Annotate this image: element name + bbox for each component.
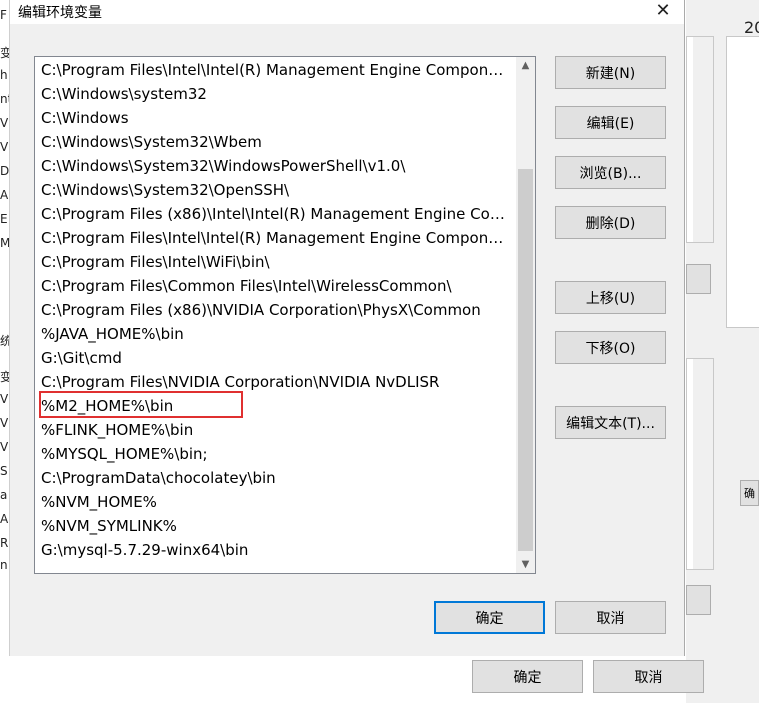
background-text-fragment: V xyxy=(0,440,9,454)
path-list-item[interactable]: C:\Program Files\Intel\Intel(R) Manageme… xyxy=(41,227,511,249)
path-list-item[interactable]: C:\Windows\System32\OpenSSH\ xyxy=(41,179,511,201)
background-list-panel xyxy=(686,36,714,243)
scroll-thumb[interactable] xyxy=(518,169,533,551)
scroll-up-icon[interactable]: ▲ xyxy=(516,57,535,74)
path-list-item[interactable]: C:\Program Files (x86)\Intel\Intel(R) Ma… xyxy=(41,203,511,225)
list-scrollbar[interactable]: ▲ ▼ xyxy=(516,57,535,573)
background-button-2[interactable] xyxy=(686,585,711,615)
background-scrollbar-2[interactable] xyxy=(693,359,713,569)
path-list-item[interactable]: %FLINK_HOME%\bin xyxy=(41,419,511,441)
browse-button[interactable]: 浏览(B)... xyxy=(555,156,666,189)
path-list-item[interactable]: G:\mysql-5.7.29-winx64\bin xyxy=(41,539,511,561)
path-list[interactable]: C:\Program Files\Intel\Intel(R) Manageme… xyxy=(34,56,536,574)
background-scrollbar[interactable] xyxy=(693,37,713,242)
move-down-button[interactable]: 下移(O) xyxy=(555,331,666,364)
path-list-item[interactable]: %NVM_HOME% xyxy=(41,491,511,513)
path-list-item[interactable]: C:\Program Files\Intel\WiFi\bin\ xyxy=(41,251,511,273)
background-text-fragment: R xyxy=(0,536,9,550)
background-cancel-button[interactable]: 取消 xyxy=(593,660,704,693)
path-list-item[interactable]: C:\Windows\System32\WindowsPowerShell\v1… xyxy=(41,155,511,177)
background-text-fragment: A xyxy=(0,512,9,526)
background-text-fragment: E xyxy=(0,212,8,226)
title-bar[interactable]: 编辑环境变量 ✕ xyxy=(10,0,684,24)
path-list-item[interactable]: %JAVA_HOME%\bin xyxy=(41,323,511,345)
path-list-item[interactable]: C:\Program Files\Common Files\Intel\Wire… xyxy=(41,275,511,297)
background-text-fragment: S xyxy=(0,464,8,478)
background-text-fragment: V xyxy=(0,392,9,406)
close-icon[interactable]: ✕ xyxy=(650,0,676,24)
background-text-fragment: a xyxy=(0,488,8,502)
path-list-item[interactable]: C:\Windows\system32 xyxy=(41,83,511,105)
edit-button[interactable]: 编辑(E) xyxy=(555,106,666,139)
background-button[interactable] xyxy=(686,264,711,294)
edit-text-button[interactable]: 编辑文本(T)... xyxy=(555,406,666,439)
background-text-fragment: h xyxy=(0,68,8,82)
ok-button[interactable]: 确定 xyxy=(434,601,545,634)
background-text-fragment: V xyxy=(0,116,9,130)
edit-env-variable-dialog: 编辑环境变量 ✕ C:\Program Files\Intel\Intel(R)… xyxy=(9,0,685,656)
path-list-item[interactable]: C:\Program Files (x86)\NVIDIA Corporatio… xyxy=(41,299,511,321)
background-text-fragment: F xyxy=(0,8,7,22)
dialog-title: 编辑环境变量 xyxy=(18,5,102,21)
delete-button[interactable]: 删除(D) xyxy=(555,206,666,239)
path-list-item[interactable]: C:\Windows\System32\Wbem xyxy=(41,131,511,153)
path-list-item[interactable]: C:\Program Files\NVIDIA Corporation\NVID… xyxy=(41,371,511,393)
move-up-button[interactable]: 上移(U) xyxy=(555,281,666,314)
path-list-item[interactable]: %NVM_SYMLINK% xyxy=(41,515,511,537)
cancel-button[interactable]: 取消 xyxy=(555,601,666,634)
background-list-panel-2 xyxy=(686,358,714,570)
path-list-item[interactable]: G:\Git\cmd xyxy=(41,347,511,369)
path-list-item[interactable]: %MYSQL_HOME%\bin; xyxy=(41,443,511,465)
background-text-fragment: V xyxy=(0,140,9,154)
background-title-fragment: 20 xyxy=(744,18,759,37)
background-ok-fragment[interactable]: 确 xyxy=(740,480,759,506)
background-text-fragment: V xyxy=(0,416,9,430)
background-text-fragment: n xyxy=(0,558,8,572)
background-panel xyxy=(726,36,759,328)
path-list-item[interactable]: C:\Program Files\Intel\Intel(R) Manageme… xyxy=(41,59,511,81)
path-list-item[interactable]: C:\ProgramData\chocolatey\bin xyxy=(41,467,511,489)
path-list-item[interactable]: C:\Windows xyxy=(41,107,511,129)
background-ok-button[interactable]: 确定 xyxy=(472,660,583,693)
background-right-window: 20 确 xyxy=(686,0,759,703)
highlight-annotation xyxy=(39,391,243,418)
new-button[interactable]: 新建(N) xyxy=(555,56,666,89)
scroll-down-icon[interactable]: ▼ xyxy=(516,556,535,573)
background-text-fragment: A xyxy=(0,188,9,202)
